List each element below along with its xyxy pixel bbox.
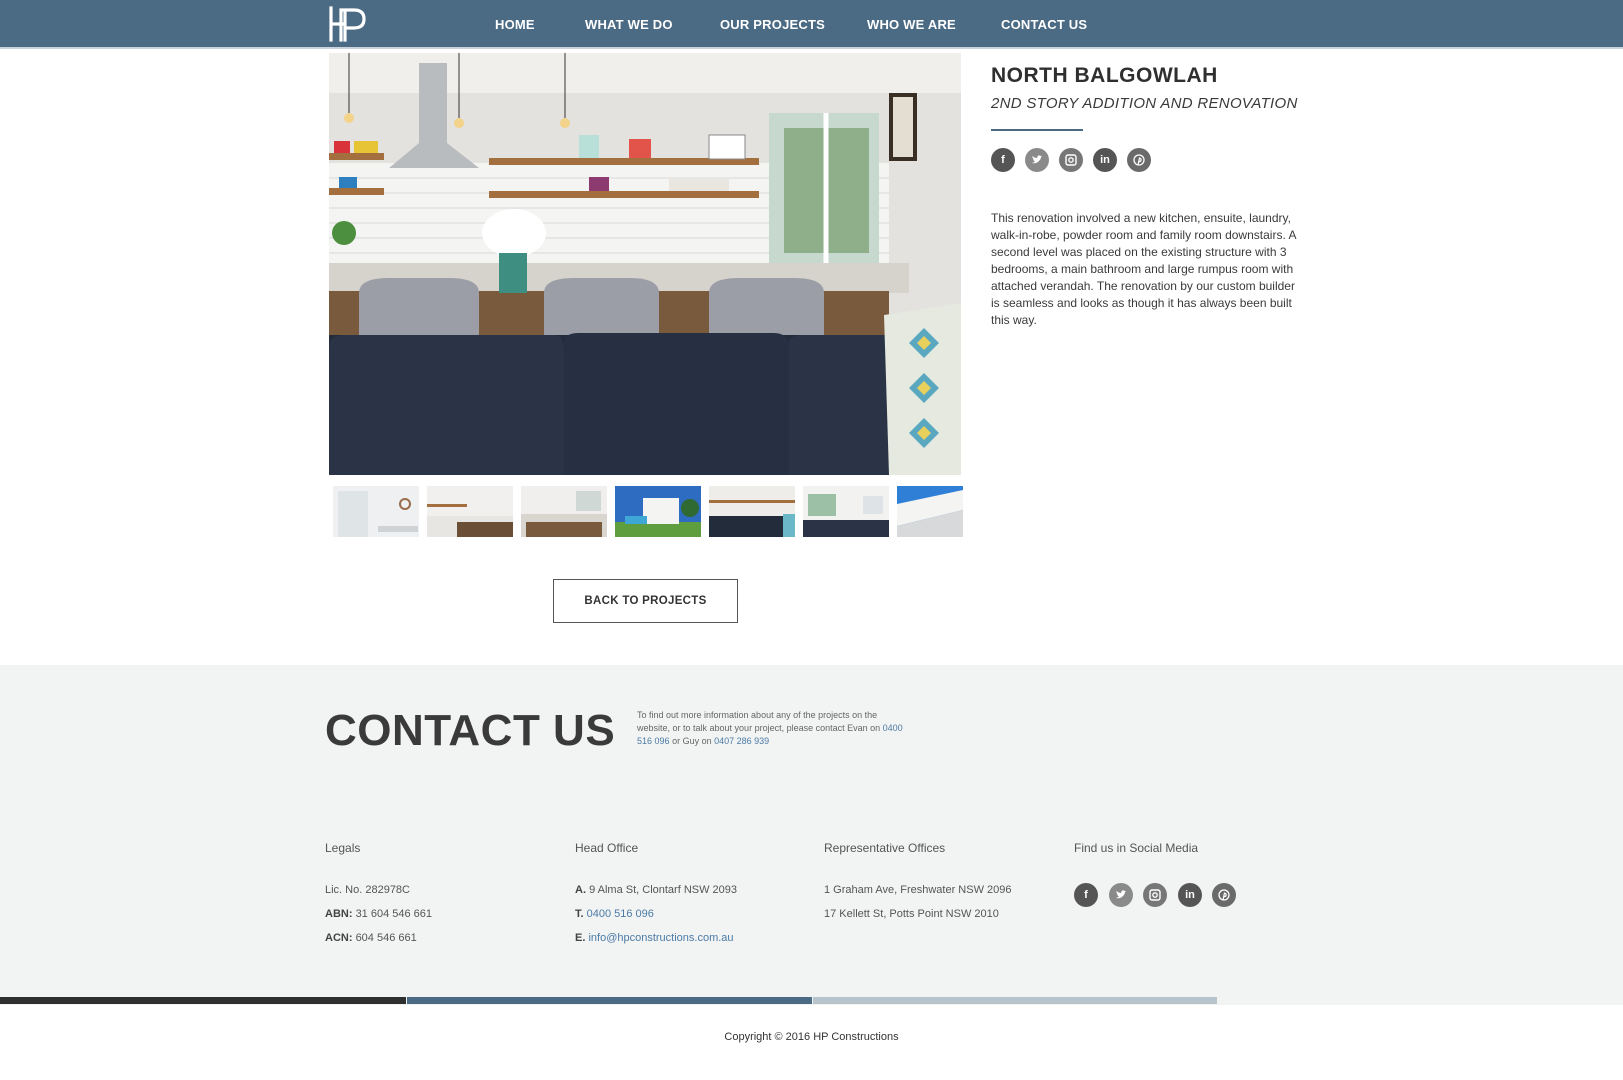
pinterest-icon[interactable] <box>1212 883 1236 907</box>
thumbnail-1[interactable] <box>333 486 419 537</box>
hp-logo-icon[interactable] <box>328 5 372 43</box>
licence-number: Lic. No. 282978C <box>325 884 410 896</box>
footer-bar-dark <box>0 997 406 1004</box>
thumbnail-3[interactable] <box>521 486 607 537</box>
pinterest-icon[interactable] <box>1127 148 1151 172</box>
copyright: Copyright © 2016 HP Constructions <box>724 1031 899 1043</box>
rep-offices-heading: Representative Offices <box>824 841 946 855</box>
twitter-icon[interactable] <box>1109 883 1133 907</box>
project-title: NORTH BALGOWLAH <box>991 64 1218 87</box>
nav-who-we-are[interactable]: WHO WE ARE <box>867 17 956 32</box>
email-link[interactable]: info@hpconstructions.com.au <box>588 932 733 944</box>
address-label: A. <box>575 884 586 896</box>
head-office-address: A. 9 Alma St, Clontarf NSW 2093 <box>575 884 737 896</box>
back-to-projects-button[interactable]: BACK TO PROJECTS <box>553 579 738 623</box>
rep-office-freshwater: 1 Graham Ave, Freshwater NSW 2096 <box>824 884 1012 896</box>
project-social-links: f in <box>991 148 1151 172</box>
acn-value: 604 546 661 <box>355 932 417 944</box>
nav-what-we-do[interactable]: WHAT WE DO <box>585 17 673 32</box>
address-value: 9 Alma St, Clontarf NSW 2093 <box>589 884 738 896</box>
contact-heading: CONTACT US <box>325 706 616 755</box>
thumbnail-6[interactable] <box>803 486 889 537</box>
project-description: This renovation involved a new kitchen, … <box>991 211 1296 327</box>
thumbnail-strip <box>333 486 963 537</box>
instagram-icon[interactable] <box>1143 883 1167 907</box>
acn-label: ACN: <box>325 932 353 944</box>
email-label: E. <box>575 932 586 944</box>
footer-bar-light <box>813 997 1217 1004</box>
facebook-icon[interactable]: f <box>1074 883 1098 907</box>
abn-line: ABN: 31 604 546 661 <box>325 908 432 920</box>
phone-link[interactable]: 0400 516 096 <box>587 908 654 920</box>
nav-contact-us[interactable]: CONTACT US <box>1001 17 1087 32</box>
project-subtitle: 2ND STORY ADDITION AND RENOVATION <box>991 95 1298 112</box>
abn-label: ABN: <box>325 908 353 920</box>
acn-line: ACN: 604 546 661 <box>325 932 417 944</box>
contact-mid-text: or Guy on <box>672 736 712 746</box>
facebook-icon[interactable]: f <box>991 148 1015 172</box>
footer-bar-mid <box>407 997 812 1004</box>
thumbnail-5[interactable] <box>709 486 795 537</box>
linkedin-icon[interactable]: in <box>1093 148 1117 172</box>
project-main-image[interactable] <box>329 53 961 475</box>
head-office-heading: Head Office <box>575 841 639 855</box>
thumbnail-4[interactable] <box>615 486 701 537</box>
contact-intro-text: To find out more information about any o… <box>637 710 881 733</box>
legals-heading: Legals <box>325 841 361 855</box>
social-heading: Find us in Social Media <box>1074 841 1199 855</box>
contact-intro: To find out more information about any o… <box>637 709 912 748</box>
head-office-phone: T. 0400 516 096 <box>575 908 654 920</box>
rep-office-potts-point: 17 Kellett St, Potts Point NSW 2010 <box>824 908 999 920</box>
instagram-icon[interactable] <box>1059 148 1083 172</box>
phone-guy-link[interactable]: 0407 286 939 <box>714 736 769 746</box>
thumbnail-7[interactable] <box>897 486 963 537</box>
nav-our-projects[interactable]: OUR PROJECTS <box>720 17 825 32</box>
thumbnail-2[interactable] <box>427 486 513 537</box>
abn-value: 31 604 546 661 <box>355 908 433 920</box>
phone-label: T. <box>575 908 584 920</box>
head-office-email: E. info@hpconstructions.com.au <box>575 932 734 944</box>
kitchen-photo <box>329 53 961 475</box>
title-divider <box>991 129 1083 131</box>
site-header: HOME WHAT WE DO OUR PROJECTS WHO WE ARE … <box>0 0 1623 49</box>
nav-home[interactable]: HOME <box>495 17 535 32</box>
twitter-icon[interactable] <box>1025 148 1049 172</box>
linkedin-icon[interactable]: in <box>1178 883 1202 907</box>
footer-social-links: f in <box>1074 883 1236 907</box>
